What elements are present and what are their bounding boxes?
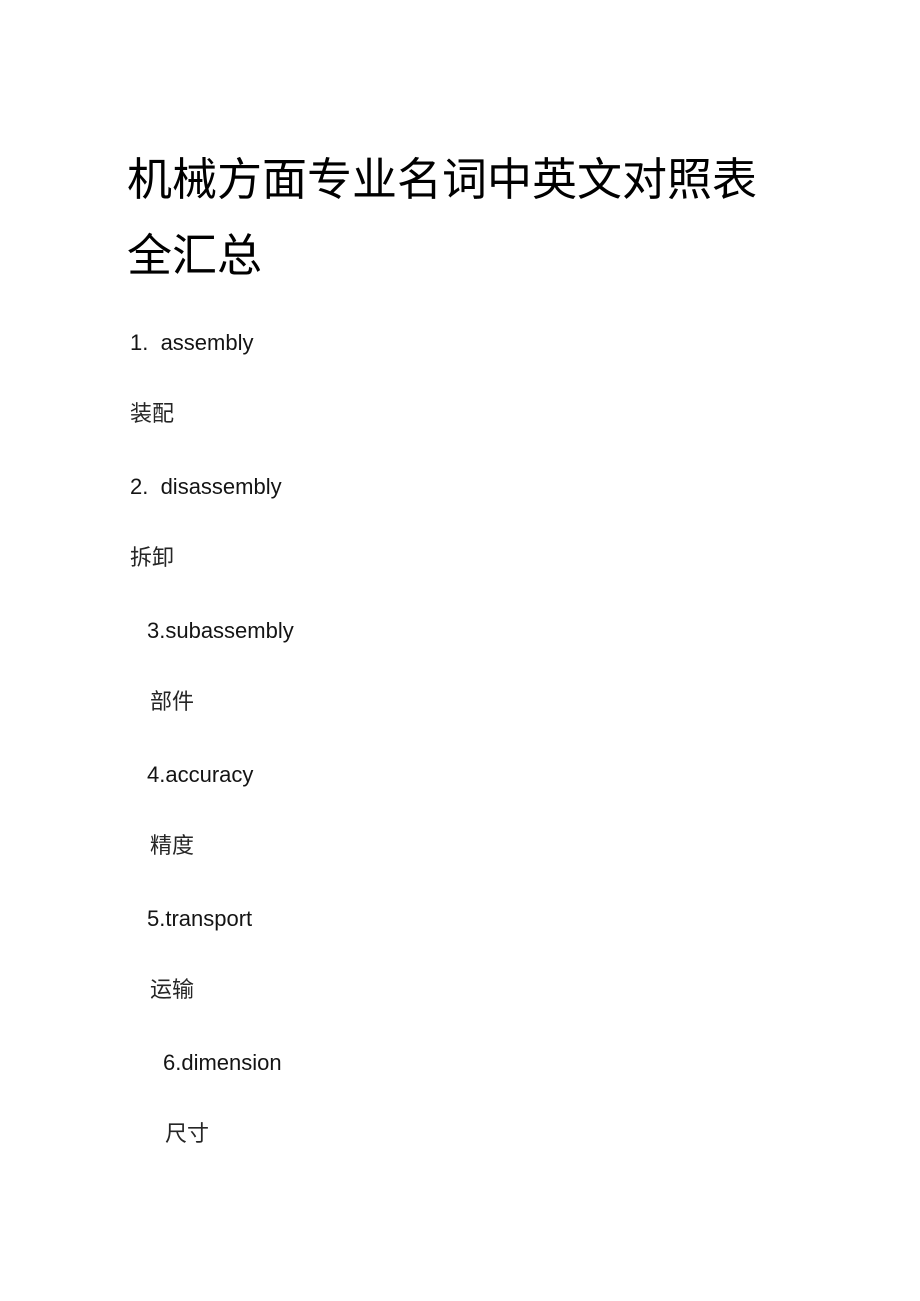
document-page: 机械方面专业名词中英文对照表全汇总 1. assembly 装配 2. disass… [0, 0, 920, 1301]
glossary-translation-line: 尺寸 [165, 1122, 210, 1147]
glossary-term-line: 5.transport [147, 906, 253, 931]
glossary-term-line: 1. assembly [130, 330, 254, 355]
glossary-translation-line: 部件 [150, 690, 195, 715]
glossary-term-line: 3.subassembly [147, 618, 294, 643]
glossary-term-line: 4.accuracy [147, 762, 254, 787]
page-title: 机械方面专业名词中英文对照表全汇总 [127, 153, 758, 283]
glossary-translation-line: 装配 [130, 402, 175, 427]
glossary-term-line: 2. disassembly [130, 474, 282, 499]
glossary-translation-line: 拆卸 [130, 546, 175, 571]
glossary-translation-line: 精度 [150, 834, 195, 859]
glossary-translation-line: 运输 [150, 978, 195, 1003]
glossary-term-line: 6.dimension [163, 1050, 282, 1075]
